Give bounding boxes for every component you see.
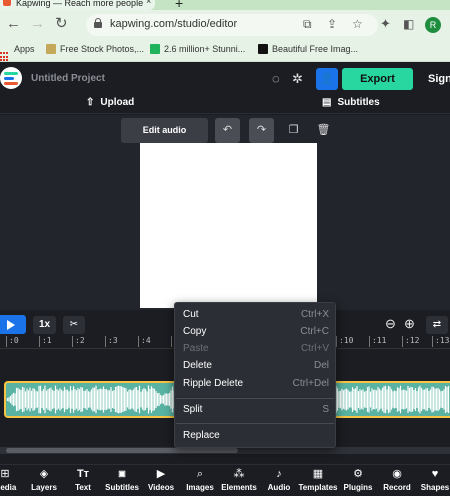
reload-icon[interactable]: ↻ [55,14,68,34]
bookmark-favicon-icon [46,44,56,54]
menu-item-cut[interactable]: Cut Ctrl+X [183,309,329,324]
menu-item-copy[interactable]: Copy Ctrl+C [183,326,329,341]
menu-item-replace[interactable]: Replace [183,430,329,445]
back-arrow-icon[interactable]: ← [6,14,21,34]
browser-tab[interactable]: Kapwing — Reach more people × [0,0,155,10]
context-menu: Cut Ctrl+X Copy Ctrl+C Paste Ctrl+V Delete D… [174,302,336,448]
menu-item-shortcut: Del [313,360,329,371]
upload-icon: ⇧ [86,97,95,108]
canvas[interactable] [140,143,317,308]
ruler-tick: :2 [72,336,85,347]
apps-grid-icon [0,52,10,62]
bookmark-item[interactable]: 2.6 million+ Stunni... [150,44,245,54]
heart-icon: ♥ [431,468,439,480]
bookmark-item[interactable]: Free Stock Photos,... [46,44,144,54]
ruler-tick: :12 [402,336,419,347]
tab-close-icon[interactable]: × [146,0,151,6]
edit-audio-button[interactable]: Edit audio [121,118,208,143]
editor-stage [0,115,450,310]
play-button[interactable] [0,315,26,334]
install-app-icon[interactable]: ⧉ [303,17,312,32]
ruler-tick: :3 [105,336,118,347]
menu-item-shortcut: S [322,404,329,415]
bookmark-label: Free Stock Photos,... [60,44,145,54]
menu-item-ripple-delete[interactable]: Ripple Delete Ctrl+Del [183,378,329,393]
subtitles-label: Subtitles [337,97,380,108]
menu-item-shortcut: Ctrl+X [300,309,329,320]
menu-divider [176,423,334,424]
bookmark-item[interactable]: Beautiful Free Imag... [258,44,358,54]
menu-item-shortcut: Ctrl+Del [292,378,329,389]
comment-icon[interactable]: ◌ [272,71,280,86]
tool-shapes[interactable]: ♥ Shapes [412,467,450,492]
bookmark-favicon-icon [150,44,160,54]
ruler-tick: :10 [336,336,353,347]
kapwing-favicon-icon [3,0,11,6]
ruler-tick: :13 [432,336,449,347]
scissors-icon[interactable]: ✂ [63,316,85,334]
add-user-icon: 👤 [320,73,334,85]
sub-header: ⇧ Upload ▤ Subtitles [0,94,450,114]
bookmark-label: 2.6 million+ Stunni... [164,44,246,54]
tool-label: Shapes [420,483,450,492]
menu-item-shortcut: Ctrl+C [300,326,329,337]
timeline-scrollbar[interactable] [0,447,450,454]
bookmarks-bar: Apps Free Stock Photos,... 2.6 million+ … [0,40,450,62]
zoom-out-icon[interactable]: ⊖ [385,316,396,332]
sign-in-link[interactable]: Sign [428,73,450,85]
bookmark-star-icon[interactable]: ☆ [352,17,363,31]
scrollbar-thumb[interactable] [6,448,238,453]
forward-arrow-icon[interactable]: → [30,14,45,34]
new-tab-button[interactable]: + [175,0,183,10]
project-title[interactable]: Untitled Project [31,73,105,84]
extensions-puzzle-icon[interactable]: ✦ [380,14,391,34]
address-bar[interactable]: kapwing.com/studio/editor ⧉ ⇪ ☆ [86,14,378,36]
side-panel-icon[interactable]: ◧ [403,14,414,34]
undo-icon[interactable]: ↶ [215,118,240,143]
lock-icon [94,18,102,28]
url-text: kapwing.com/studio/editor [110,18,238,30]
menu-item-paste: Paste Ctrl+V [183,343,329,358]
playback-speed-button[interactable]: 1x [33,316,56,334]
share-add-user-button[interactable]: 👤 [316,68,338,90]
bookmark-favicon-icon [258,44,268,54]
app-header: Untitled Project ◌ ✲ 👤 Export Sign [0,62,450,94]
subtitles-button[interactable]: ▤ Subtitles [322,97,380,108]
menu-divider [176,398,334,399]
menu-item-delete[interactable]: Delete Del [183,360,329,375]
menu-item-label: Split [183,404,203,415]
profile-avatar[interactable]: R [425,17,441,33]
kapwing-logo-icon[interactable] [0,67,22,89]
bookmark-label: Apps [14,44,35,54]
menu-item-label: Cut [183,309,199,320]
menu-item-label: Delete [183,360,212,371]
ruler-tick: :0 [6,336,19,347]
fit-timeline-icon[interactable]: ⇄ [426,316,448,334]
menu-item-split[interactable]: Split S [183,404,329,419]
browser-tabstrip: Kapwing — Reach more people × + [0,0,450,10]
redo-icon[interactable]: ↷ [249,118,274,143]
export-button[interactable]: Export [342,68,413,90]
zoom-in-icon[interactable]: ⊕ [404,316,415,332]
bottom-toolbar: ⊞Media ◈Layers TтText ▣Subtitles ▶Videos… [0,464,450,496]
bookmark-label: Beautiful Free Imag... [272,44,359,54]
bookmark-apps[interactable]: Apps [0,44,35,62]
menu-item-shortcut: Ctrl+V [300,343,329,354]
ruler-tick: :11 [369,336,386,347]
upload-button[interactable]: ⇧ Upload [86,97,134,108]
browser-toolbar: ← → ↻ kapwing.com/studio/editor ⧉ ⇪ ☆ ✦ … [0,10,450,40]
menu-item-label: Replace [183,430,220,441]
tab-title: Kapwing — Reach more people [16,0,144,8]
gear-icon[interactable]: ✲ [292,71,303,87]
subtitles-icon: ▤ [322,97,332,108]
trash-icon[interactable]: 🗑 [311,118,336,143]
duplicate-icon[interactable]: ❐ [281,118,306,143]
share-page-icon[interactable]: ⇪ [327,17,337,31]
menu-item-label: Copy [183,326,207,337]
menu-item-label: Ripple Delete [183,378,244,389]
upload-label: Upload [100,97,135,108]
ruler-tick: :4 [138,336,151,347]
menu-item-label: Paste [183,343,209,354]
ruler-tick: :1 [39,336,52,347]
